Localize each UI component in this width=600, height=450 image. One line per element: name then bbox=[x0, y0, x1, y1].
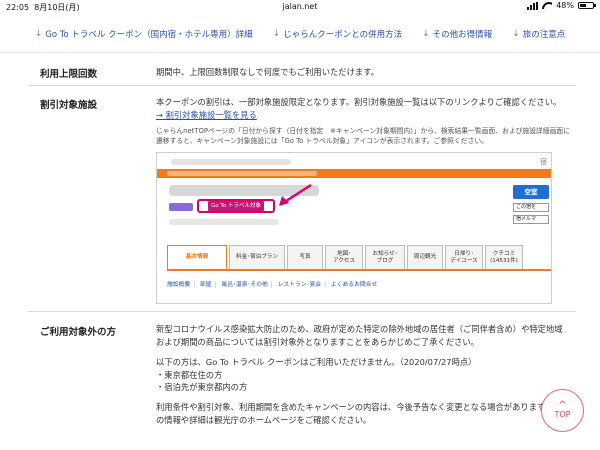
signal-icon bbox=[527, 1, 539, 10]
usage-limit-text: 期間中、上限回数制限なしで何度でもご利用いただけます。 bbox=[156, 67, 379, 77]
status-indicators: 48% bbox=[527, 1, 596, 10]
not-eligible-label: ご利用対象外の方 bbox=[40, 327, 117, 338]
mock-small-button: この宿を bbox=[513, 203, 549, 213]
mock-sublink: 施設概要 bbox=[167, 282, 191, 289]
caret-up-icon: ^ bbox=[558, 400, 567, 411]
address-url[interactable]: jalan.net bbox=[0, 2, 600, 11]
anchor-link-other-deals[interactable]: ↓ その他お得情報 bbox=[422, 28, 492, 40]
anchor-link-travel-notes[interactable]: ↓ 旅の注意点 bbox=[512, 28, 565, 40]
mock-tab: 周辺観光 bbox=[407, 245, 443, 270]
blurred-breadcrumb bbox=[171, 159, 291, 166]
mock-tab: 日帰り･ デイユース bbox=[445, 245, 483, 270]
not-eligible-paragraph: 以下の方は、Go To トラベル クーポンはご利用いただけません。（2020/0… bbox=[156, 356, 477, 367]
mock-small-button: 宿メルマ bbox=[513, 215, 549, 225]
mock-header-bar bbox=[157, 169, 551, 179]
mock-sublink: 部屋 bbox=[200, 282, 212, 289]
mock-tab: 基本情報 bbox=[167, 245, 227, 270]
status-bar: 22:05 8月10日(月) jalan.net 48% bbox=[0, 0, 600, 14]
down-arrow-icon: ↓ bbox=[422, 28, 430, 39]
mock-tab-underline bbox=[167, 269, 551, 272]
not-eligible-row: ご利用対象外の方 新型コロナウイルス感染拡大防止のため、政府が定めた特定の除外地… bbox=[28, 320, 576, 440]
pink-arrow-icon bbox=[279, 184, 312, 207]
anchor-nav: ↓ Go To トラベル クーポン（国内宿・ホテル専用）詳細 ↓ じゃらんクーポンと… bbox=[0, 15, 600, 53]
facility-search-note: じゃらんnetTOPページの「日付から探す（日付を指定 ※キャンペーン対象期間内… bbox=[156, 126, 570, 145]
discount-facilities-label: 割引対象施設 bbox=[40, 100, 98, 111]
not-eligible-paragraph: 新型コロナウイルス感染拡大防止のため、政府が定めた特定の除外地域の居住者（ご同伴… bbox=[156, 324, 563, 347]
mock-sublinks: 施設概要 | 部屋 | 風呂･温泉･その他 | レストラン･宴会 | よくあるお問合せ bbox=[167, 282, 378, 289]
wifi-icon bbox=[542, 2, 552, 9]
discount-facilities-body: 本クーポンの割引は、一部対象施設限定となります。割引対象施設一覧は以下のリンクよ… bbox=[156, 96, 576, 305]
not-eligible-body: 新型コロナウイルス感染拡大防止のため、政府が定めた特定の除外地域の居住者（ご同伴… bbox=[156, 323, 566, 427]
goto-travel-badge: Go To トラベル対象 bbox=[208, 200, 264, 212]
discount-facilities-row: 割引対象施設 本クーポンの割引は、一部対象施設限定となります。割引対象施設一覧は… bbox=[28, 94, 576, 312]
mock-tab: 料金･宿泊プラン bbox=[229, 245, 285, 270]
battery-icon bbox=[578, 2, 596, 9]
discount-facilities-text: 本クーポンの割引は、一部対象施設限定となります。割引対象施設一覧は以下のリンクよ… bbox=[156, 97, 562, 107]
not-eligible-item: ・宿泊先が東京都内の方 bbox=[156, 382, 248, 393]
mock-sublink: 風呂･温泉･その他 bbox=[221, 282, 268, 289]
mock-sublink: レストラン･宴会 bbox=[277, 282, 322, 289]
mock-sublink: よくあるお問合せ bbox=[330, 282, 378, 289]
blurred-address bbox=[169, 219, 279, 226]
mock-tab: お知らせ･ ブログ bbox=[365, 245, 405, 270]
anchor-link-combination[interactable]: ↓ じゃらんクーポンとの併用方法 bbox=[273, 28, 402, 40]
mock-vacancy-button: 空室 bbox=[513, 185, 549, 200]
mock-tab-bar: 基本情報 料金･宿泊プラン 写真 地図･ アクセス お知らせ･ ブログ 周辺観光… bbox=[167, 245, 551, 270]
down-arrow-icon: ↓ bbox=[512, 28, 520, 39]
goto-travel-badge-highlight: Go To トラベル対象 bbox=[197, 199, 275, 214]
mock-tab: 写真 bbox=[287, 245, 323, 270]
mock-corner-char: 宿 bbox=[540, 158, 547, 167]
mock-tab: 地図･ アクセス bbox=[325, 245, 363, 270]
not-eligible-item: ・東京都在住の方 bbox=[156, 369, 223, 380]
down-arrow-icon: ↓ bbox=[34, 28, 43, 39]
anchor-link-coupon-detail[interactable]: ↓ Go To トラベル クーポン（国内宿・ホテル専用）詳細 bbox=[35, 28, 253, 40]
back-to-top-button[interactable]: ^ TOP bbox=[541, 389, 584, 432]
usage-limit-label: 利用上限回数 bbox=[40, 69, 98, 80]
facility-page-example-image: 宿 Go To トラベル対象 空室 この宿を 宿メルマ 基本情報 料金･宿泊プラ… bbox=[156, 152, 552, 305]
facility-list-link[interactable]: → 割引対象施設一覧を見る bbox=[156, 109, 576, 122]
battery-percent: 48% bbox=[556, 1, 574, 10]
back-to-top-label: TOP bbox=[554, 410, 571, 419]
mock-category-tag bbox=[169, 203, 193, 212]
usage-limit-row: 利用上限回数 期間中、上限回数制限なしで何度でもご利用いただけます。 bbox=[28, 62, 576, 86]
mock-tab: クチコミ (14531件) bbox=[485, 245, 523, 270]
down-arrow-icon: ↓ bbox=[272, 28, 281, 39]
not-eligible-paragraph: 利用条件や割引対象、利用期間を含めたキャンペーンの内容は、今後予告なく変更となる… bbox=[156, 402, 562, 426]
